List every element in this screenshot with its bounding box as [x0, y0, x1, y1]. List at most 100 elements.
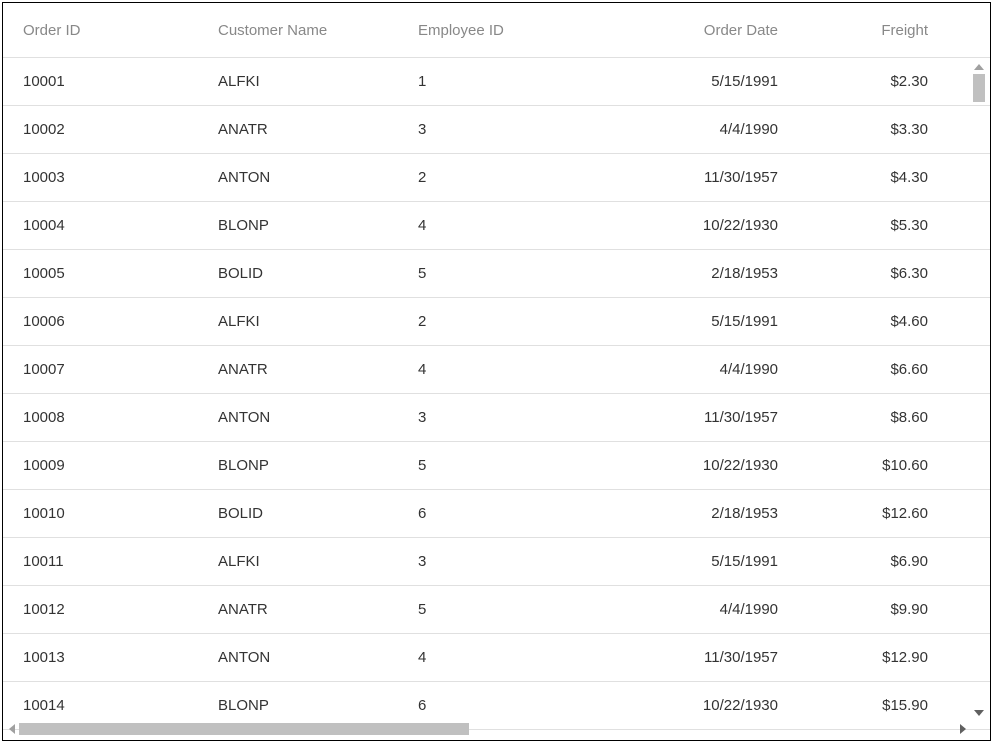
cell-orderid: 10012: [3, 601, 198, 618]
cell-employee: 4: [398, 361, 598, 378]
cell-orderid: 10007: [3, 361, 198, 378]
cell-orderdate: 2/18/1953: [598, 265, 798, 282]
cell-employee: 3: [398, 121, 598, 138]
horizontal-scrollbar-track[interactable]: [19, 723, 956, 735]
table-row[interactable]: 10007ANATR44/4/1990$6.60: [3, 346, 990, 394]
table-row[interactable]: 10005BOLID52/18/1953$6.30: [3, 250, 990, 298]
cell-orderid: 10008: [3, 409, 198, 426]
cell-orderdate: 10/22/1930: [598, 217, 798, 234]
cell-orderid: 10003: [3, 169, 198, 186]
table-row[interactable]: 10011ALFKI35/15/1991$6.90: [3, 538, 990, 586]
cell-customer: BLONP: [198, 217, 398, 234]
grid-header-row: Order ID Customer Name Employee ID Order…: [3, 3, 990, 58]
cell-employee: 6: [398, 505, 598, 522]
cell-employee: 5: [398, 457, 598, 474]
column-header-freight[interactable]: Freight: [798, 22, 948, 39]
table-row[interactable]: 10009BLONP510/22/1930$10.60: [3, 442, 990, 490]
cell-customer: ALFKI: [198, 73, 398, 90]
cell-customer: BLONP: [198, 457, 398, 474]
cell-orderdate: 4/4/1990: [598, 361, 798, 378]
cell-employee: 3: [398, 409, 598, 426]
cell-freight: $4.60: [798, 313, 948, 330]
horizontal-scrollbar[interactable]: [5, 720, 970, 738]
table-row[interactable]: 10004BLONP410/22/1930$5.30: [3, 202, 990, 250]
cell-orderdate: 11/30/1957: [598, 649, 798, 666]
cell-freight: $12.90: [798, 649, 948, 666]
cell-freight: $2.30: [798, 73, 948, 90]
column-header-orderid[interactable]: Order ID: [3, 22, 198, 39]
cell-customer: ANATR: [198, 121, 398, 138]
cell-orderdate: 2/18/1953: [598, 505, 798, 522]
cell-customer: ANATR: [198, 361, 398, 378]
cell-employee: 4: [398, 649, 598, 666]
cell-orderdate: 10/22/1930: [598, 697, 798, 714]
table-row[interactable]: 10010BOLID62/18/1953$12.60: [3, 490, 990, 538]
cell-customer: ANTON: [198, 169, 398, 186]
column-header-customer[interactable]: Customer Name: [198, 22, 398, 39]
cell-orderid: 10001: [3, 73, 198, 90]
cell-orderdate: 11/30/1957: [598, 409, 798, 426]
table-row[interactable]: 10001ALFKI15/15/1991$2.30: [3, 58, 990, 106]
cell-freight: $12.60: [798, 505, 948, 522]
vertical-scrollbar[interactable]: [970, 60, 988, 720]
column-header-employee[interactable]: Employee ID: [398, 22, 598, 39]
cell-employee: 6: [398, 697, 598, 714]
scroll-right-icon[interactable]: [960, 724, 966, 734]
cell-customer: BOLID: [198, 265, 398, 282]
cell-freight: $4.30: [798, 169, 948, 186]
table-row[interactable]: 10008ANTON311/30/1957$8.60: [3, 394, 990, 442]
cell-freight: $6.30: [798, 265, 948, 282]
cell-freight: $5.30: [798, 217, 948, 234]
cell-employee: 3: [398, 553, 598, 570]
cell-customer: ALFKI: [198, 553, 398, 570]
cell-orderid: 10002: [3, 121, 198, 138]
cell-orderid: 10014: [3, 697, 198, 714]
cell-employee: 1: [398, 73, 598, 90]
cell-customer: ANTON: [198, 649, 398, 666]
cell-freight: $15.90: [798, 697, 948, 714]
cell-freight: $9.90: [798, 601, 948, 618]
scroll-down-icon[interactable]: [974, 710, 984, 716]
cell-customer: ALFKI: [198, 313, 398, 330]
table-row[interactable]: 10012ANATR54/4/1990$9.90: [3, 586, 990, 634]
cell-customer: BLONP: [198, 697, 398, 714]
cell-employee: 2: [398, 313, 598, 330]
cell-freight: $6.60: [798, 361, 948, 378]
cell-orderdate: 4/4/1990: [598, 121, 798, 138]
cell-employee: 2: [398, 169, 598, 186]
vertical-scrollbar-thumb[interactable]: [973, 74, 985, 102]
table-row[interactable]: 10013ANTON411/30/1957$12.90: [3, 634, 990, 682]
cell-freight: $10.60: [798, 457, 948, 474]
cell-customer: ANATR: [198, 601, 398, 618]
scroll-up-icon[interactable]: [974, 64, 984, 70]
cell-orderid: 10010: [3, 505, 198, 522]
cell-orderid: 10006: [3, 313, 198, 330]
cell-orderdate: 11/30/1957: [598, 169, 798, 186]
cell-orderid: 10013: [3, 649, 198, 666]
cell-customer: BOLID: [198, 505, 398, 522]
grid-body: 10001ALFKI15/15/1991$2.3010002ANATR34/4/…: [3, 58, 990, 740]
column-header-orderdate[interactable]: Order Date: [598, 22, 798, 39]
cell-orderid: 10005: [3, 265, 198, 282]
table-row[interactable]: 10002ANATR34/4/1990$3.30: [3, 106, 990, 154]
cell-orderdate: 5/15/1991: [598, 73, 798, 90]
data-grid: Order ID Customer Name Employee ID Order…: [2, 2, 991, 741]
cell-orderid: 10004: [3, 217, 198, 234]
vertical-scrollbar-track[interactable]: [973, 74, 985, 706]
cell-freight: $3.30: [798, 121, 948, 138]
cell-orderid: 10009: [3, 457, 198, 474]
table-row[interactable]: 10003ANTON211/30/1957$4.30: [3, 154, 990, 202]
cell-orderdate: 5/15/1991: [598, 313, 798, 330]
horizontal-scrollbar-thumb[interactable]: [19, 723, 469, 735]
table-row[interactable]: 10006ALFKI25/15/1991$4.60: [3, 298, 990, 346]
cell-orderid: 10011: [3, 553, 198, 570]
cell-orderdate: 10/22/1930: [598, 457, 798, 474]
cell-customer: ANTON: [198, 409, 398, 426]
cell-orderdate: 4/4/1990: [598, 601, 798, 618]
scroll-left-icon[interactable]: [9, 724, 15, 734]
cell-freight: $8.60: [798, 409, 948, 426]
cell-orderdate: 5/15/1991: [598, 553, 798, 570]
cell-employee: 5: [398, 265, 598, 282]
cell-freight: $6.90: [798, 553, 948, 570]
cell-employee: 4: [398, 217, 598, 234]
